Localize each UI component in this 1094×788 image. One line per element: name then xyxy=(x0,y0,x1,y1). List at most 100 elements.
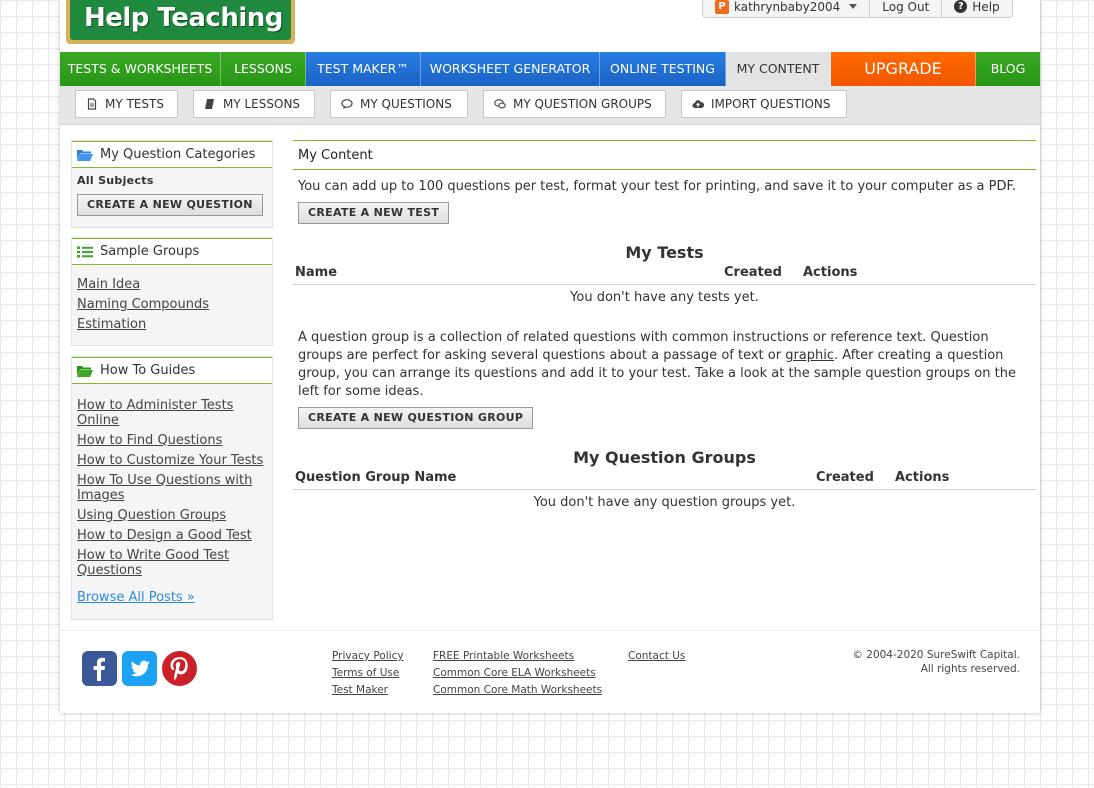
help-icon: ? xyxy=(954,0,968,13)
math-worksheets-link[interactable]: Common Core Math Worksheets xyxy=(433,682,602,699)
sample-group-link[interactable]: Main Idea xyxy=(77,277,267,292)
logout-label: Log Out xyxy=(882,0,930,14)
subject-all[interactable]: All Subjects xyxy=(77,174,267,187)
header: Help Teaching P kathrynbaby2004 Log Out … xyxy=(60,0,1040,52)
question-categories-panel: My Question Categories All Subjects CREA… xyxy=(71,140,273,228)
page-title: My Content xyxy=(293,140,1036,170)
copyright: © 2004-2020 SureSwift Capital. All right… xyxy=(852,648,1020,676)
facebook-icon[interactable] xyxy=(82,651,117,686)
footer-col-contact: Contact Us xyxy=(628,648,685,665)
groups-empty-message: You don't have any question groups yet. xyxy=(533,495,796,510)
sample-group-link[interactable]: Estimation xyxy=(77,317,267,332)
tests-table-header: Name Created Actions xyxy=(293,265,1036,285)
sample-groups-body: Main Idea Naming Compounds Estimation xyxy=(72,265,272,338)
browse-all-posts-link[interactable]: Browse All Posts » xyxy=(77,590,267,605)
username: kathrynbaby2004 xyxy=(734,0,841,14)
main-nav: TESTS & WORKSHEETS LESSONS TEST MAKER™ W… xyxy=(60,52,1040,86)
comments-icon xyxy=(494,99,506,109)
sample-group-link[interactable]: Naming Compounds xyxy=(77,297,267,312)
document-icon xyxy=(87,98,97,110)
help-link[interactable]: ? Help xyxy=(942,0,1011,17)
privacy-policy-link[interactable]: Privacy Policy xyxy=(332,648,404,665)
contact-us-link[interactable]: Contact Us xyxy=(628,648,685,665)
copyright-line-2: All rights reserved. xyxy=(920,663,1020,675)
nav-online-testing[interactable]: ONLINE TESTING xyxy=(600,52,726,86)
groups-col-actions: Actions xyxy=(895,470,950,485)
twitter-icon[interactable] xyxy=(122,651,157,686)
user-menu: P kathrynbaby2004 Log Out ? Help xyxy=(702,0,1013,18)
guide-link[interactable]: How to Find Questions xyxy=(77,433,267,448)
my-tests-heading: My Tests xyxy=(625,243,704,262)
subnav-import-questions[interactable]: IMPORT QUESTIONS xyxy=(681,90,847,118)
user-avatar-icon: P xyxy=(715,0,729,14)
graphic-link[interactable]: graphic xyxy=(785,348,834,363)
logo[interactable]: Help Teaching xyxy=(66,0,295,44)
footer-col-legal: Privacy Policy Terms of Use Test Maker xyxy=(332,648,404,699)
create-question-group-button[interactable]: CREATE A NEW QUESTION GROUP xyxy=(298,407,534,429)
nav-tests-worksheets[interactable]: TESTS & WORKSHEETS xyxy=(60,52,221,86)
cloud-upload-icon xyxy=(692,100,704,108)
subnav-my-questions[interactable]: MY QUESTIONS xyxy=(330,90,468,118)
guide-link[interactable]: How to Customize Your Tests xyxy=(77,453,267,468)
how-to-guides-header: How To Guides xyxy=(72,357,272,384)
page-container: Help Teaching P kathrynbaby2004 Log Out … xyxy=(60,0,1040,713)
groups-table-header: Question Group Name Created Actions xyxy=(293,470,1036,490)
subnav-import-questions-label: IMPORT QUESTIONS xyxy=(711,97,831,111)
pinterest-icon[interactable] xyxy=(162,651,197,686)
main-content: My Content You can add up to 100 questio… xyxy=(293,140,1036,510)
comment-icon xyxy=(341,99,353,109)
logo-text: Help Teaching xyxy=(70,0,291,40)
free-worksheets-link[interactable]: FREE Printable Worksheets xyxy=(433,648,602,665)
terms-of-use-link[interactable]: Terms of Use xyxy=(332,665,404,682)
how-to-guides-title: How To Guides xyxy=(100,363,196,378)
help-label: Help xyxy=(972,0,1000,14)
chevron-down-icon xyxy=(849,4,858,9)
book-icon xyxy=(205,99,214,109)
subnav-my-lessons[interactable]: MY LESSONS xyxy=(193,90,315,118)
guide-link[interactable]: Using Question Groups xyxy=(77,508,267,523)
create-test-button[interactable]: CREATE A NEW TEST xyxy=(298,202,450,224)
subnav-my-tests-label: MY TESTS xyxy=(105,97,164,111)
test-maker-link[interactable]: Test Maker xyxy=(332,682,404,699)
nav-my-content[interactable]: MY CONTENT xyxy=(726,52,831,86)
tests-col-name[interactable]: Name xyxy=(295,265,337,284)
footer-col-worksheets: FREE Printable Worksheets Common Core EL… xyxy=(433,648,602,699)
guide-link[interactable]: How to Write Good Test Questions xyxy=(77,548,267,578)
subnav-my-questions-label: MY QUESTIONS xyxy=(360,97,452,111)
tests-col-created[interactable]: Created xyxy=(724,265,782,280)
question-categories-title: My Question Categories xyxy=(100,147,256,162)
my-question-groups-heading: My Question Groups xyxy=(573,448,756,467)
subnav-my-lessons-label: MY LESSONS xyxy=(223,97,301,111)
tests-intro: You can add up to 100 questions per test… xyxy=(298,179,1017,194)
user-dropdown[interactable]: P kathrynbaby2004 xyxy=(703,0,871,17)
sample-groups-panel: Sample Groups Main Idea Naming Compounds… xyxy=(71,237,273,346)
sample-groups-title: Sample Groups xyxy=(100,244,200,259)
logout-link[interactable]: Log Out xyxy=(870,0,943,17)
subnav-my-question-groups[interactable]: MY QUESTION GROUPS xyxy=(483,90,666,118)
groups-col-name[interactable]: Question Group Name xyxy=(295,470,456,489)
list-icon xyxy=(77,246,93,257)
copyright-line-1: © 2004-2020 SureSwift Capital. xyxy=(852,649,1020,661)
nav-upgrade[interactable]: UPGRADE xyxy=(831,52,976,86)
guide-link[interactable]: How To Use Questions with Images xyxy=(77,473,267,503)
sub-nav: MY TESTS MY LESSONS MY QUESTIONS MY QUES… xyxy=(60,86,1040,125)
nav-blog[interactable]: BLOG xyxy=(976,52,1040,86)
footer: Privacy Policy Terms of Use Test Maker F… xyxy=(60,630,1040,713)
question-categories-body: All Subjects CREATE A NEW QUESTION xyxy=(72,168,272,222)
ela-worksheets-link[interactable]: Common Core ELA Worksheets xyxy=(433,665,602,682)
groups-col-created[interactable]: Created xyxy=(816,470,874,485)
how-to-guides-body: How to Administer Tests Online How to Fi… xyxy=(72,384,272,611)
tests-col-actions: Actions xyxy=(803,265,858,280)
guide-link[interactable]: How to Design a Good Test xyxy=(77,528,267,543)
nav-test-maker[interactable]: TEST MAKER™ xyxy=(306,52,421,86)
nav-lessons[interactable]: LESSONS xyxy=(221,52,306,86)
subnav-my-question-groups-label: MY QUESTION GROUPS xyxy=(513,97,652,111)
nav-worksheet-generator[interactable]: WORKSHEET GENERATOR xyxy=(421,52,600,86)
guide-link[interactable]: How to Administer Tests Online xyxy=(77,398,267,428)
create-question-button[interactable]: CREATE A NEW QUESTION xyxy=(77,194,263,216)
sample-groups-header: Sample Groups xyxy=(72,238,272,265)
subnav-my-tests[interactable]: MY TESTS xyxy=(75,90,178,118)
groups-intro: A question group is a collection of rela… xyxy=(293,329,1036,401)
how-to-guides-panel: How To Guides How to Administer Tests On… xyxy=(71,356,273,620)
tests-empty-message: You don't have any tests yet. xyxy=(570,290,759,305)
